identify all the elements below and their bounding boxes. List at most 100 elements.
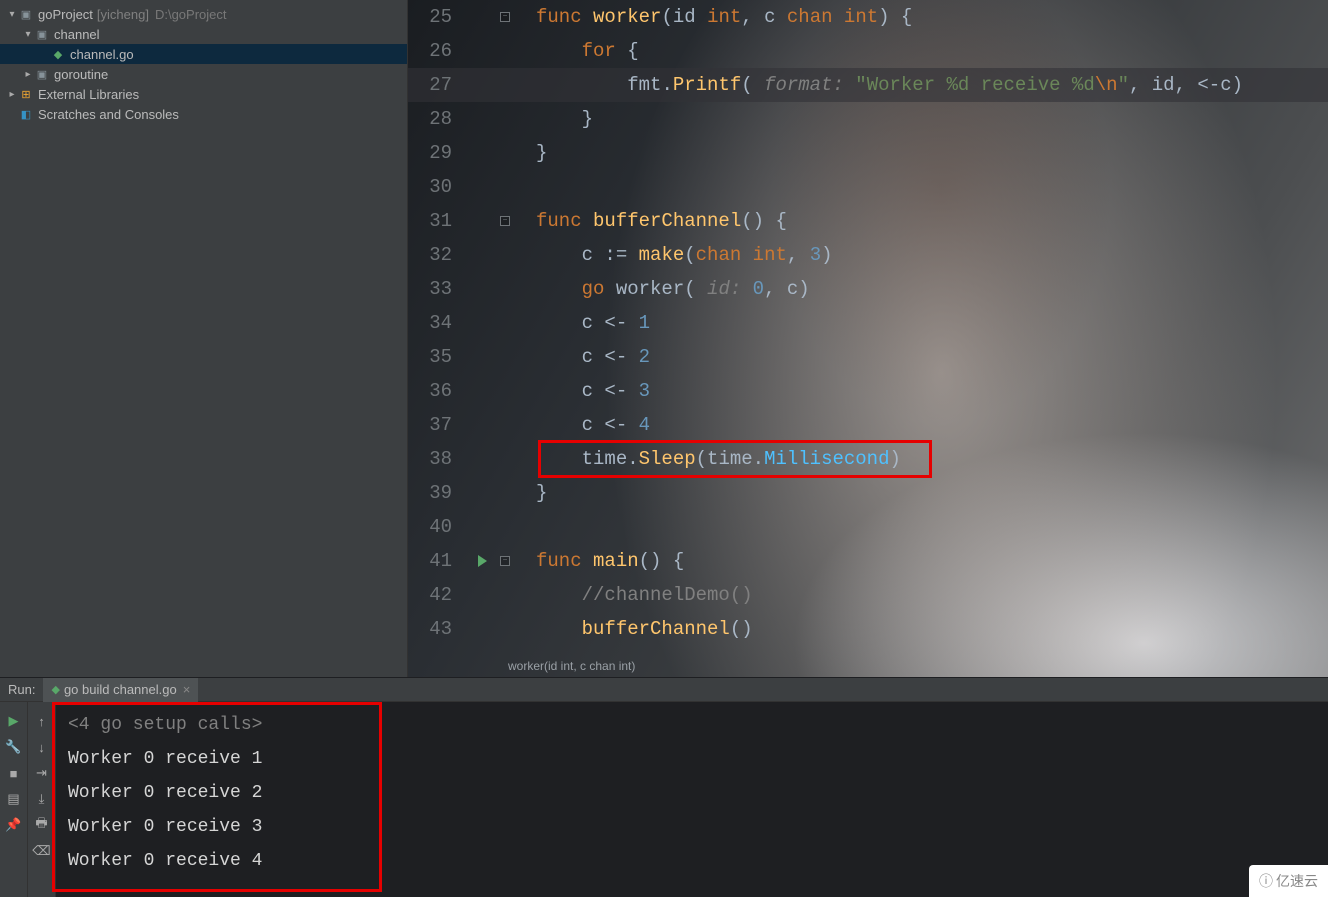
code-text: c <- 2: [536, 340, 650, 374]
chevron-icon: ▸: [22, 69, 34, 80]
run-header: Run: ◆ go build channel.go ×: [0, 678, 1328, 702]
code-text: }: [536, 476, 547, 510]
code-line[interactable]: 25 − func worker(id int, c chan int) {: [408, 0, 1328, 34]
code-text: c := make(chan int, 3): [536, 238, 833, 272]
pin-icon[interactable]: 📌: [5, 812, 21, 838]
code-text: c <- 4: [536, 408, 650, 442]
run-tab[interactable]: ◆ go build channel.go ×: [43, 678, 198, 702]
watermark-text: 亿速云: [1276, 871, 1318, 891]
line-number: 26: [408, 34, 464, 68]
code-text: func worker(id int, c chan int) {: [536, 0, 912, 34]
code-line[interactable]: 31 − func bufferChannel() {: [408, 204, 1328, 238]
wrap-icon[interactable]: ⇥: [36, 760, 47, 786]
line-number: 43: [408, 612, 464, 646]
line-number: 30: [408, 170, 464, 204]
print-icon[interactable]: 🖶: [35, 812, 47, 838]
code-text: fmt.Printf( format: "Worker %d receive %…: [536, 68, 1243, 102]
line-number: 31: [408, 204, 464, 238]
code-line[interactable]: 43 bufferChannel(): [408, 612, 1328, 646]
chevron-icon: ▾: [22, 29, 34, 40]
tools-icon[interactable]: 🔧: [5, 734, 21, 760]
line-number: 27: [408, 68, 464, 102]
run-panel: Run: ◆ go build channel.go × ▶ 🔧 ■ ▤ 📌 ↑…: [0, 677, 1328, 897]
code-line[interactable]: 41−func main() {: [408, 544, 1328, 578]
project-root-tag: [yicheng]: [97, 7, 149, 22]
external-libraries[interactable]: ▸ ⊞ External Libraries: [0, 84, 407, 104]
line-number: 39: [408, 476, 464, 510]
line-number: 29: [408, 136, 464, 170]
code-line[interactable]: 28 }: [408, 102, 1328, 136]
fold-icon[interactable]: −: [500, 556, 510, 566]
code-text: go worker( id: 0, c): [536, 272, 810, 306]
code-line[interactable]: 29}: [408, 136, 1328, 170]
chevron-right-icon: ▸: [6, 89, 18, 100]
code-line[interactable]: 42 //channelDemo(): [408, 578, 1328, 612]
code-line[interactable]: 40: [408, 510, 1328, 544]
file-item[interactable]: ◆ channel.go: [0, 44, 407, 64]
run-label: Run:: [8, 682, 35, 697]
run-toolbar-right: ↑ ↓ ⇥ ⤓ 🖶 ⌫: [28, 702, 56, 897]
code-text: func bufferChannel() {: [536, 204, 787, 238]
line-number: 42: [408, 578, 464, 612]
fold-icon[interactable]: −: [500, 216, 510, 226]
tree-item-label: channel.go: [70, 47, 134, 62]
code-line[interactable]: 38 time.Sleep(time.Millisecond): [408, 442, 1328, 476]
console-line: <4 go setup calls>: [68, 708, 1316, 742]
project-sidebar[interactable]: ▾ ▣ goProject [yicheng] D:\goProject ▾▣c…: [0, 0, 408, 677]
code-text: //channelDemo(): [536, 578, 753, 612]
scratches-consoles[interactable]: ◧ Scratches and Consoles: [0, 104, 407, 124]
code-text: bufferChannel(): [536, 612, 753, 646]
rerun-icon[interactable]: ▶: [9, 708, 19, 734]
breadcrumb[interactable]: worker(id int, c chan int): [500, 655, 643, 677]
run-toolbar-left: ▶ 🔧 ■ ▤ 📌: [0, 702, 28, 897]
code-line[interactable]: 33 go worker( id: 0, c): [408, 272, 1328, 306]
scratch-icon: ◧: [18, 106, 34, 122]
line-number: 40: [408, 510, 464, 544]
external-libs-label: External Libraries: [38, 87, 139, 102]
libraries-icon: ⊞: [18, 86, 34, 102]
code-line[interactable]: 34 c <- 1: [408, 306, 1328, 340]
code-line[interactable]: 39}: [408, 476, 1328, 510]
code-text: c <- 1: [536, 306, 650, 340]
code-line[interactable]: 26 for {: [408, 34, 1328, 68]
console-line: Worker 0 receive 4: [68, 844, 1316, 878]
stop-icon[interactable]: ■: [10, 760, 18, 786]
tree-item-label: channel: [54, 27, 100, 42]
clear-icon[interactable]: ⌫: [32, 838, 50, 864]
code-line[interactable]: 37 c <- 4: [408, 408, 1328, 442]
line-number: 25: [408, 0, 464, 34]
project-root-path: D:\goProject: [155, 7, 227, 22]
run-gutter-icon[interactable]: [478, 555, 487, 567]
folder-item[interactable]: ▸▣goroutine: [0, 64, 407, 84]
project-root[interactable]: ▾ ▣ goProject [yicheng] D:\goProject: [0, 4, 407, 24]
code-line[interactable]: 32 c := make(chan int, 3): [408, 238, 1328, 272]
code-editor[interactable]: 25−func worker(id int, c chan int) {26 f…: [408, 0, 1328, 677]
console-line: Worker 0 receive 1: [68, 742, 1316, 776]
code-line[interactable]: 36 c <- 3: [408, 374, 1328, 408]
scroll-icon[interactable]: ⤓: [39, 786, 45, 812]
code-line[interactable]: 35 c <- 2: [408, 340, 1328, 374]
code-text: func main() {: [536, 544, 684, 578]
code-text: c <- 3: [536, 374, 650, 408]
line-number: 37: [408, 408, 464, 442]
line-number: 34: [408, 306, 464, 340]
run-tab-label: go build channel.go: [64, 682, 177, 697]
layout-icon[interactable]: ▤: [7, 786, 19, 812]
code-text: for {: [536, 34, 639, 68]
go-icon: ◆: [51, 683, 59, 696]
fold-icon[interactable]: −: [500, 12, 510, 22]
close-icon[interactable]: ×: [183, 682, 191, 697]
down-icon[interactable]: ↓: [38, 734, 45, 760]
code-line[interactable]: 30: [408, 170, 1328, 204]
line-number: 28: [408, 102, 464, 136]
code-line[interactable]: 27 fmt.Printf( format: "Worker %d receiv…: [408, 68, 1328, 102]
code-text: }: [536, 102, 593, 136]
console-line: Worker 0 receive 3: [68, 810, 1316, 844]
chevron-down-icon: ▾: [6, 9, 18, 20]
folder-item[interactable]: ▾▣channel: [0, 24, 407, 44]
console-line: Worker 0 receive 2: [68, 776, 1316, 810]
go-file-icon: ◆: [50, 46, 66, 62]
project-root-name: goProject: [38, 7, 93, 22]
up-icon[interactable]: ↑: [38, 708, 45, 734]
console-output[interactable]: <4 go setup calls>Worker 0 receive 1Work…: [56, 702, 1328, 897]
